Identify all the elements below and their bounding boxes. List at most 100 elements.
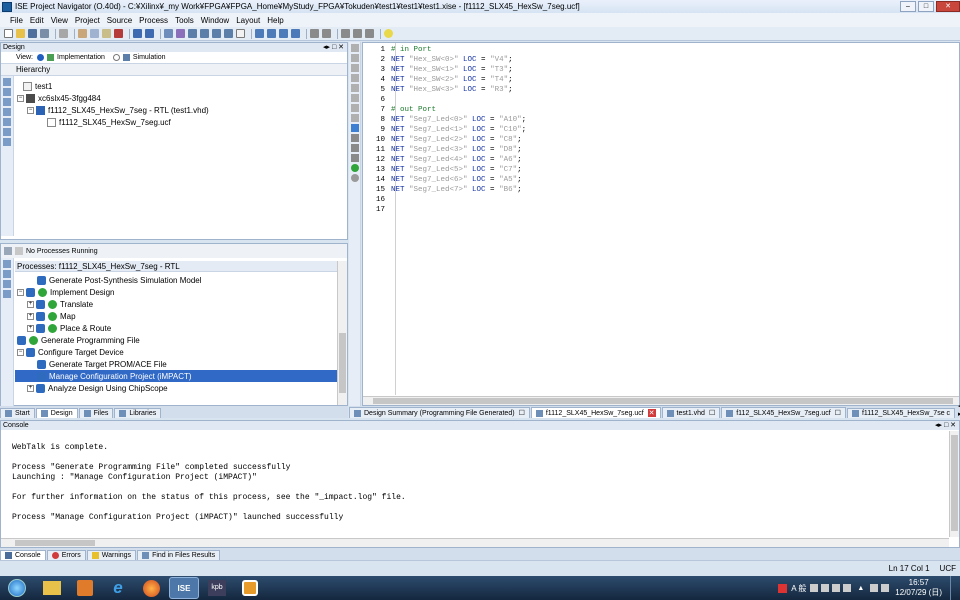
collapse-icon[interactable]: − (17, 288, 24, 296)
minimize-button[interactable]: – (900, 1, 916, 12)
taskbar-ise[interactable]: ISE (169, 577, 199, 599)
run-process-icon[interactable] (4, 247, 12, 255)
taskbar-explorer[interactable] (37, 577, 67, 599)
menu-source[interactable]: Source (107, 16, 132, 25)
editor-tool-icon[interactable] (350, 104, 359, 112)
check-icon[interactable] (350, 164, 359, 172)
tab-vhd[interactable]: test1.vhd ☐ (661, 407, 721, 418)
editor-tool-icon[interactable] (350, 94, 359, 102)
tray-icon[interactable] (810, 584, 819, 592)
save-icon[interactable] (28, 29, 37, 38)
tab-ucf-3[interactable]: f1112_SLX45_HexSw_7se c (846, 408, 956, 418)
console-v-scrollbar[interactable] (949, 431, 959, 537)
scroll-thumb[interactable] (373, 398, 953, 404)
new-file-icon[interactable] (4, 29, 13, 38)
editor-tool-icon[interactable] (350, 44, 359, 52)
process-item[interactable]: + Place & Route (15, 322, 337, 334)
process-item[interactable]: Generate Programming File (15, 334, 337, 346)
side-tool-icon[interactable] (3, 128, 11, 136)
menu-process[interactable]: Process (139, 16, 168, 25)
tab-close-icon[interactable]: ☐ (835, 409, 841, 417)
start-button[interactable] (0, 577, 34, 599)
cut-icon[interactable] (78, 29, 87, 38)
tab-close-icon[interactable]: ☐ (519, 409, 525, 417)
menu-view[interactable]: View (51, 16, 68, 25)
taskbar-ie[interactable]: e (103, 577, 133, 599)
expand-icon[interactable]: + (27, 384, 34, 392)
process-item[interactable]: Manage Configuration Project (iMPACT) (15, 370, 337, 382)
zoom-icon[interactable] (164, 29, 173, 38)
ime-indicator[interactable]: A 般 (791, 583, 806, 594)
expand-icon[interactable]: + (27, 300, 34, 308)
editor-tool-icon[interactable] (350, 74, 359, 82)
process-item[interactable]: + Map (15, 310, 337, 322)
show-desktop-button[interactable] (950, 576, 960, 600)
menu-edit[interactable]: Edit (30, 16, 44, 25)
process-item[interactable]: Generate Target PROM/ACE File (15, 358, 337, 370)
editor-tool-icon[interactable] (350, 64, 359, 72)
side-tool-icon[interactable] (3, 280, 11, 288)
design-view-icon[interactable] (236, 29, 245, 38)
sigma-icon[interactable] (353, 29, 362, 38)
replace-icon[interactable] (200, 29, 209, 38)
stop-icon[interactable] (365, 29, 374, 38)
process-item[interactable]: + Analyze Design Using ChipScope (15, 382, 337, 394)
window-cascade-icon[interactable] (279, 29, 288, 38)
side-tool-icon[interactable] (3, 78, 11, 86)
lightbulb-icon[interactable] (384, 29, 393, 38)
view-simulation[interactable]: Simulation (133, 54, 166, 61)
collapse-icon[interactable]: − (27, 106, 34, 114)
editor-h-scrollbar[interactable] (363, 396, 959, 405)
editor-tool-icon[interactable] (350, 54, 359, 62)
tab-console[interactable]: Console (0, 550, 46, 560)
menu-window[interactable]: Window (201, 16, 229, 25)
find-icon[interactable] (176, 29, 185, 38)
side-tool-icon[interactable] (3, 260, 11, 268)
tab-files[interactable]: Files (78, 408, 114, 418)
code-editor[interactable]: 1 # in Port 2 NET "Hex_SW<0>" LOC = "V4"; 3 N… (362, 42, 960, 406)
editor-tool-icon[interactable] (350, 84, 359, 92)
scroll-thumb[interactable] (339, 333, 346, 393)
process-item[interactable]: Generate Post-Synthesis Simulation Model (15, 274, 337, 286)
print-icon[interactable] (59, 29, 68, 38)
menu-layout[interactable]: Layout (236, 16, 260, 25)
maximize-button[interactable]: □ (918, 1, 934, 12)
tab-design-summary[interactable]: Design Summary (Programming File Generat… (349, 407, 530, 418)
tree-item-project[interactable]: test1 (17, 80, 209, 92)
taskbar-kpb[interactable]: kpb (202, 577, 232, 599)
redo-icon[interactable] (145, 29, 154, 38)
radio-simulation[interactable] (112, 54, 120, 61)
view-implementation[interactable]: Implementation (57, 54, 105, 61)
copy-icon[interactable] (90, 29, 99, 38)
side-tool-icon[interactable] (3, 270, 11, 278)
panel-controls[interactable]: ◂▸ □ ✕ (935, 421, 956, 430)
tab-close-icon[interactable]: ✕ (647, 409, 656, 417)
side-tool-icon[interactable] (3, 88, 11, 96)
tab-libraries[interactable]: Libraries (114, 408, 162, 418)
paste-icon[interactable] (102, 29, 111, 38)
network-icon[interactable] (870, 584, 879, 592)
window-split-icon[interactable] (291, 29, 300, 38)
scroll-thumb[interactable] (15, 540, 95, 546)
goto-icon[interactable] (224, 29, 233, 38)
menu-project[interactable]: Project (75, 16, 100, 25)
menu-file[interactable]: File (10, 16, 23, 25)
tab-ucf-2[interactable]: f112_SLX45_HexSw_7seg.ucf ☐ (721, 407, 846, 418)
side-tool-icon[interactable] (3, 118, 11, 126)
status-icon[interactable] (350, 174, 359, 182)
wrench-icon[interactable] (310, 29, 319, 38)
tray-icon[interactable] (843, 584, 852, 592)
tab-warnings[interactable]: Warnings (86, 550, 137, 560)
tray-icon[interactable] (778, 583, 788, 593)
layout-icon[interactable] (255, 29, 264, 38)
process-scrollbar[interactable] (337, 261, 347, 405)
side-tool-icon[interactable] (3, 98, 11, 106)
find-next-icon[interactable] (188, 29, 197, 38)
show-hidden-icon[interactable]: ▲ (857, 585, 864, 592)
bookmark-icon[interactable] (212, 29, 221, 38)
undo-icon[interactable] (133, 29, 142, 38)
open-folder-icon[interactable] (16, 29, 25, 38)
collapse-icon[interactable]: − (17, 94, 24, 102)
toggle-comment-icon[interactable] (350, 154, 359, 162)
tab-design[interactable]: Design (35, 408, 78, 418)
